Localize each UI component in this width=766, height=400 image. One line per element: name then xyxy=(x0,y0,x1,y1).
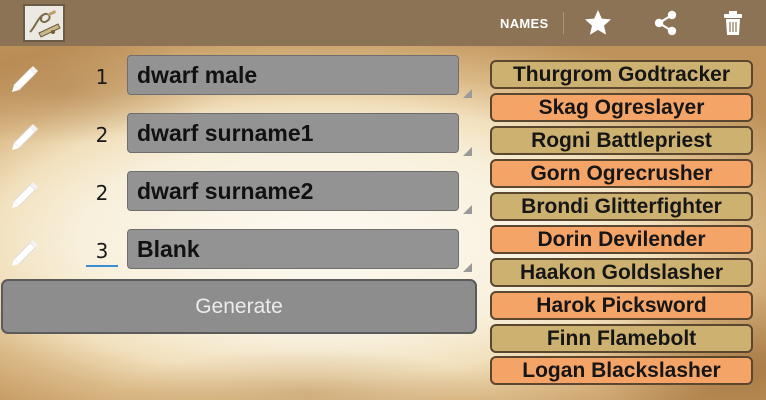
dropdown-corner-icon xyxy=(463,89,472,98)
toolbar-divider xyxy=(563,12,564,34)
generator-type-select[interactable]: dwarf surname1 xyxy=(127,113,459,153)
name-result[interactable]: Haakon Goldslasher xyxy=(490,258,753,287)
name-result[interactable]: Gorn Ogrecrusher xyxy=(490,159,753,188)
generator-row: 2 dwarf surname1 xyxy=(0,113,480,159)
name-result[interactable]: Skag Ogreslayer xyxy=(490,93,753,122)
top-action-bar: NAMES xyxy=(0,0,766,46)
dropdown-corner-icon xyxy=(463,205,472,214)
star-icon[interactable] xyxy=(582,7,614,39)
name-result[interactable]: Finn Flamebolt xyxy=(490,324,753,353)
dropdown-corner-icon xyxy=(463,263,472,272)
name-result[interactable]: Brondi Glitterfighter xyxy=(490,192,753,221)
generator-row: 1 dwarf male xyxy=(0,55,480,101)
dropdown-corner-icon xyxy=(463,147,472,156)
pencil-icon[interactable] xyxy=(8,177,42,211)
name-result[interactable]: Harok Picksword xyxy=(490,291,753,320)
names-tab[interactable]: NAMES xyxy=(500,16,548,31)
trash-icon[interactable] xyxy=(717,7,749,39)
count-field[interactable]: 1 xyxy=(86,63,118,91)
generator-type-select[interactable]: dwarf male xyxy=(127,55,459,95)
name-result[interactable]: Dorin Devilender xyxy=(490,225,753,254)
generator-type-select[interactable]: dwarf surname2 xyxy=(127,171,459,211)
app-icon[interactable] xyxy=(23,4,65,42)
name-result[interactable]: Rogni Battlepriest xyxy=(490,126,753,155)
pencil-icon[interactable] xyxy=(8,235,42,269)
pencil-icon[interactable] xyxy=(8,119,42,153)
generate-button[interactable]: Generate xyxy=(1,279,477,334)
count-field-focused[interactable]: 3 xyxy=(86,237,118,267)
name-result[interactable]: Thurgrom Godtracker xyxy=(490,60,753,89)
generator-type-select[interactable]: Blank xyxy=(127,229,459,269)
name-result[interactable]: Logan Blackslasher xyxy=(490,356,753,385)
count-field[interactable]: 2 xyxy=(86,179,118,207)
share-icon[interactable] xyxy=(650,7,682,39)
generator-row: 3 Blank xyxy=(0,229,480,275)
pencil-icon[interactable] xyxy=(8,61,42,95)
count-field[interactable]: 2 xyxy=(86,121,118,149)
generator-row: 2 dwarf surname2 xyxy=(0,171,480,217)
